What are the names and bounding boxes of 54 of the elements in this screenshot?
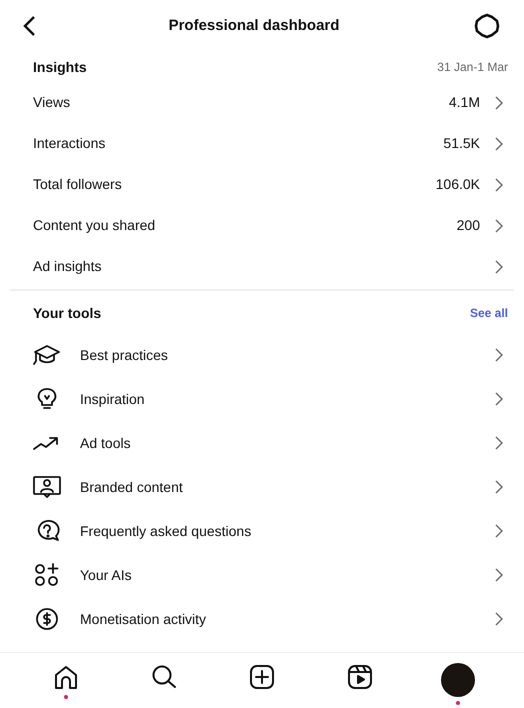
- row-label: Your AIs: [80, 566, 133, 584]
- page-title: Professional dashboard: [168, 16, 340, 36]
- back-icon[interactable]: [22, 15, 36, 37]
- tool-row[interactable]: Monetisation activity: [0, 597, 524, 641]
- row-label: Ad tools: [80, 434, 132, 452]
- section-heading: Your tools: [33, 304, 102, 322]
- insight-row[interactable]: Interactions 51.5K: [0, 123, 524, 164]
- insight-row[interactable]: Views 4.1M: [0, 82, 524, 123]
- row-label: Branded content: [80, 478, 184, 496]
- row-label: Best practices: [80, 346, 169, 365]
- row-label: Views: [33, 93, 70, 112]
- row-value: 200: [456, 216, 480, 235]
- tool-row[interactable]: Your AIs: [0, 553, 524, 597]
- date-range: 31 Jan-1 Mar: [437, 59, 508, 76]
- chevron-right-icon: [494, 435, 504, 451]
- row-value: 106.0K: [436, 175, 480, 194]
- chevron-right-icon: [494, 611, 504, 627]
- chevron-right-icon: [494, 218, 504, 234]
- avatar[interactable]: [441, 663, 475, 697]
- row-value: 4.1M: [448, 93, 480, 112]
- row-value: 51.5K: [443, 134, 480, 153]
- tool-row[interactable]: Inspiration: [0, 377, 524, 421]
- tool-row[interactable]: Frequently asked questions: [0, 509, 524, 553]
- chevron-right-icon: [494, 523, 504, 539]
- tool-row[interactable]: Ad tools: [0, 421, 524, 465]
- graduation-cap-icon: [32, 342, 62, 368]
- person-frame-icon: [32, 474, 62, 500]
- chevron-right-icon: [494, 176, 504, 192]
- insight-row[interactable]: Total followers 106.0K: [0, 164, 524, 205]
- chevron-right-icon: [494, 258, 504, 274]
- settings-icon[interactable]: [472, 12, 502, 40]
- row-label: Inspiration: [80, 390, 146, 409]
- film-play-icon[interactable]: [346, 663, 374, 691]
- row-label: Monetisation activity: [80, 610, 208, 629]
- search-icon[interactable]: [150, 663, 178, 691]
- home-icon[interactable]: [52, 663, 80, 691]
- chevron-right-icon: [494, 94, 504, 110]
- add-square-icon[interactable]: [248, 663, 276, 691]
- insight-row[interactable]: Ad insights: [0, 246, 524, 287]
- tool-row[interactable]: Best practices: [0, 333, 524, 377]
- insight-row[interactable]: Content you shared 200: [0, 205, 524, 246]
- row-label: Ad insights: [33, 257, 102, 276]
- row-label: Interactions: [33, 134, 106, 153]
- tool-row[interactable]: Branded content: [0, 465, 524, 509]
- row-label: Total followers: [33, 175, 122, 194]
- row-label: Frequently asked questions: [80, 522, 252, 541]
- row-label: Content you shared: [33, 216, 156, 235]
- chevron-right-icon: [494, 479, 504, 495]
- chevron-right-icon: [494, 391, 504, 407]
- chevron-right-icon: [494, 567, 504, 583]
- section-heading: Insights: [33, 58, 87, 77]
- chevron-right-icon: [494, 136, 504, 152]
- chevron-right-icon: [494, 347, 504, 363]
- see-all-link[interactable]: See all: [470, 304, 508, 322]
